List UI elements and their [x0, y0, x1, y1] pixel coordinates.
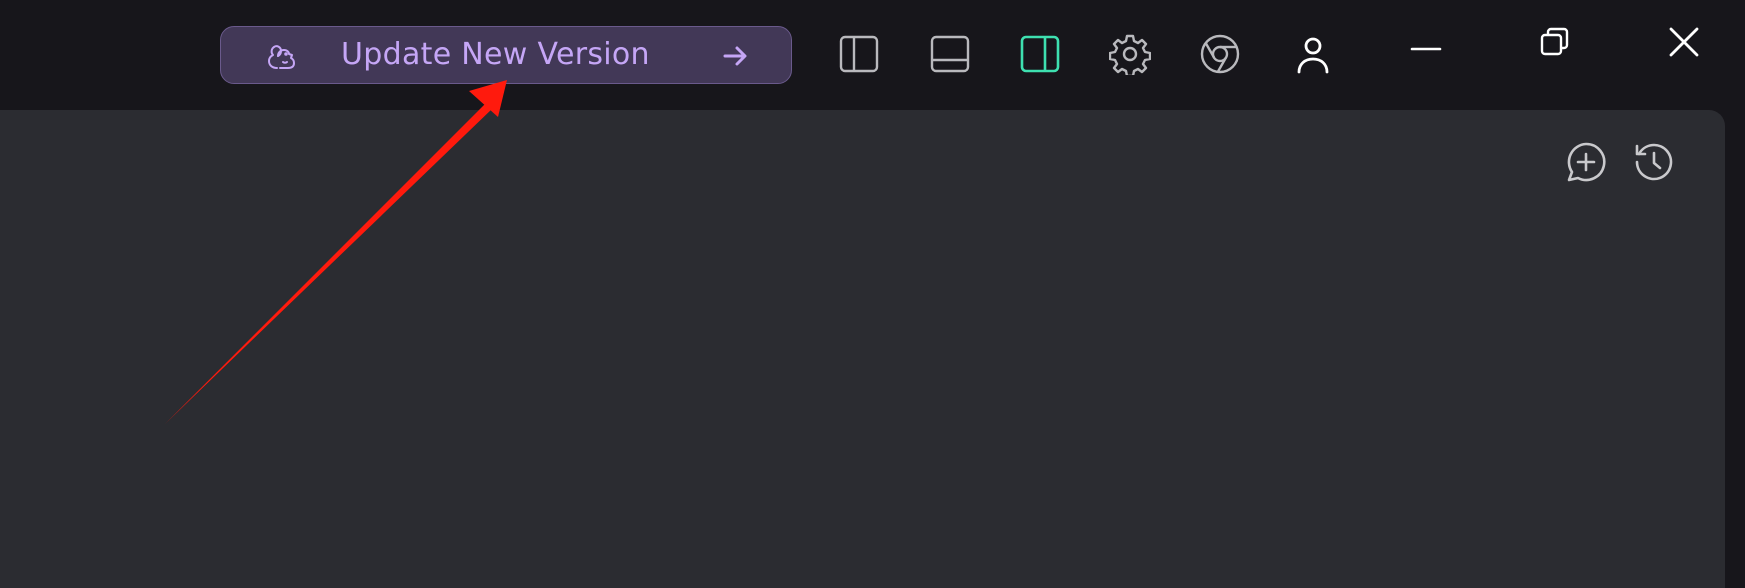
history-icon: [1635, 143, 1673, 181]
restore-button[interactable]: [1525, 16, 1585, 68]
toggle-bottom-panel-button[interactable]: [926, 28, 974, 80]
update-button-label: Update New Version: [341, 37, 650, 72]
gear-icon: [1109, 34, 1151, 75]
history-button[interactable]: [1630, 138, 1678, 186]
toggle-right-sidebar-button[interactable]: [1016, 28, 1064, 80]
panel-right-icon: [1020, 35, 1060, 73]
panel-left-icon: [839, 35, 879, 73]
squirrel-icon: [268, 45, 295, 69]
user-icon: [1297, 37, 1329, 74]
main-panel: [0, 110, 1725, 588]
chrome-icon: [1200, 34, 1240, 74]
settings-button[interactable]: [1106, 28, 1154, 80]
browser-button[interactable]: [1196, 28, 1244, 80]
chat-plus-icon: [1567, 142, 1606, 182]
update-new-version-button[interactable]: Update New Version: [220, 26, 792, 84]
close-button[interactable]: [1654, 16, 1714, 68]
minimize-button[interactable]: [1396, 16, 1456, 68]
restore-icon: [1540, 27, 1569, 56]
panel-bottom-icon: [930, 35, 970, 73]
new-chat-button[interactable]: [1562, 138, 1610, 186]
close-icon: [1669, 27, 1699, 57]
arrow-right-icon: [723, 46, 747, 66]
minimize-icon: [1410, 47, 1442, 51]
account-button[interactable]: [1289, 28, 1337, 80]
title-bar: Update New Version: [0, 0, 1745, 110]
toggle-left-sidebar-button[interactable]: [835, 28, 883, 80]
